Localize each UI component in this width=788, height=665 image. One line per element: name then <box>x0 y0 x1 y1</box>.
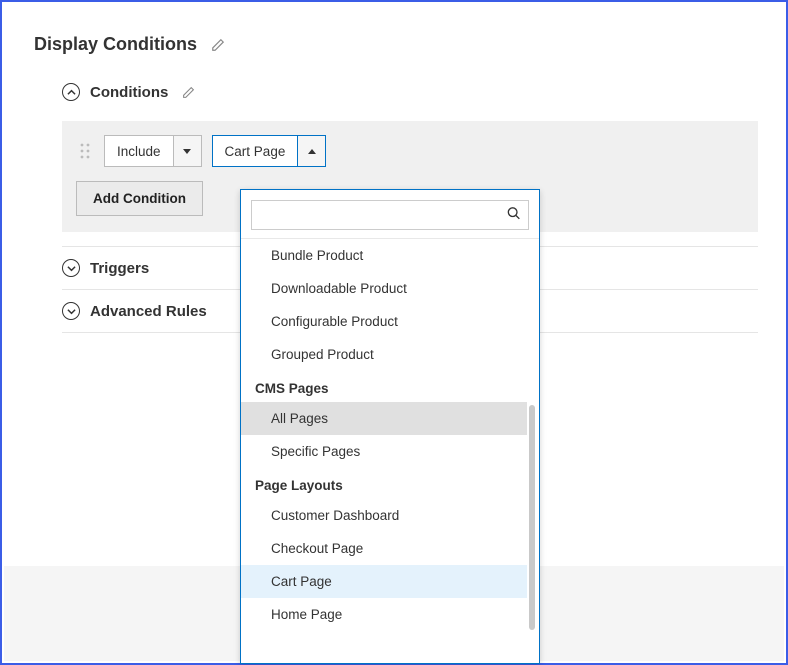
dropdown-item[interactable]: Bundle Product <box>241 239 527 272</box>
dropdown-item[interactable]: Cart Page <box>241 565 527 598</box>
advanced-rules-label[interactable]: Advanced Rules <box>90 303 207 320</box>
include-select-label: Include <box>105 136 173 166</box>
dropdown-item[interactable]: Grouped Product <box>241 338 527 371</box>
chevron-up-icon[interactable] <box>297 136 325 166</box>
search-icon[interactable] <box>506 206 522 225</box>
dropdown-item[interactable]: Checkout Page <box>241 532 527 565</box>
dropdown-search[interactable] <box>251 200 529 230</box>
condition-row: Include Cart Page <box>62 121 758 181</box>
dropdown-item[interactable]: All Pages <box>241 402 527 435</box>
dropdown-item[interactable]: Home Page <box>241 598 527 631</box>
dropdown-list: Bundle Product Downloadable Product Conf… <box>241 239 539 663</box>
include-select[interactable]: Include <box>104 135 202 167</box>
dropdown-item[interactable]: Customer Dashboard <box>241 499 527 532</box>
chevron-down-icon[interactable] <box>62 259 80 277</box>
target-dropdown: Bundle Product Downloadable Product Conf… <box>240 189 540 664</box>
page-title: Display Conditions <box>34 34 197 55</box>
chevron-down-icon[interactable] <box>62 302 80 320</box>
edit-icon[interactable] <box>182 86 195 99</box>
target-select[interactable]: Cart Page <box>212 135 327 167</box>
edit-icon[interactable] <box>211 38 225 52</box>
conditions-label: Conditions <box>90 84 168 101</box>
chevron-up-icon[interactable] <box>62 83 80 101</box>
search-input[interactable] <box>252 201 528 229</box>
chevron-down-icon[interactable] <box>173 136 201 166</box>
dropdown-group-cms: CMS Pages <box>241 371 527 402</box>
add-condition-button[interactable]: Add Condition <box>76 181 203 216</box>
dropdown-group-layouts: Page Layouts <box>241 468 527 499</box>
dropdown-item[interactable]: Downloadable Product <box>241 272 527 305</box>
scrollbar[interactable] <box>529 245 535 657</box>
scrollbar-thumb[interactable] <box>529 405 535 630</box>
target-select-label: Cart Page <box>213 136 298 166</box>
drag-handle-icon[interactable] <box>76 143 94 159</box>
dropdown-item[interactable]: Configurable Product <box>241 305 527 338</box>
triggers-label[interactable]: Triggers <box>90 260 149 277</box>
dropdown-item[interactable]: Specific Pages <box>241 435 527 468</box>
